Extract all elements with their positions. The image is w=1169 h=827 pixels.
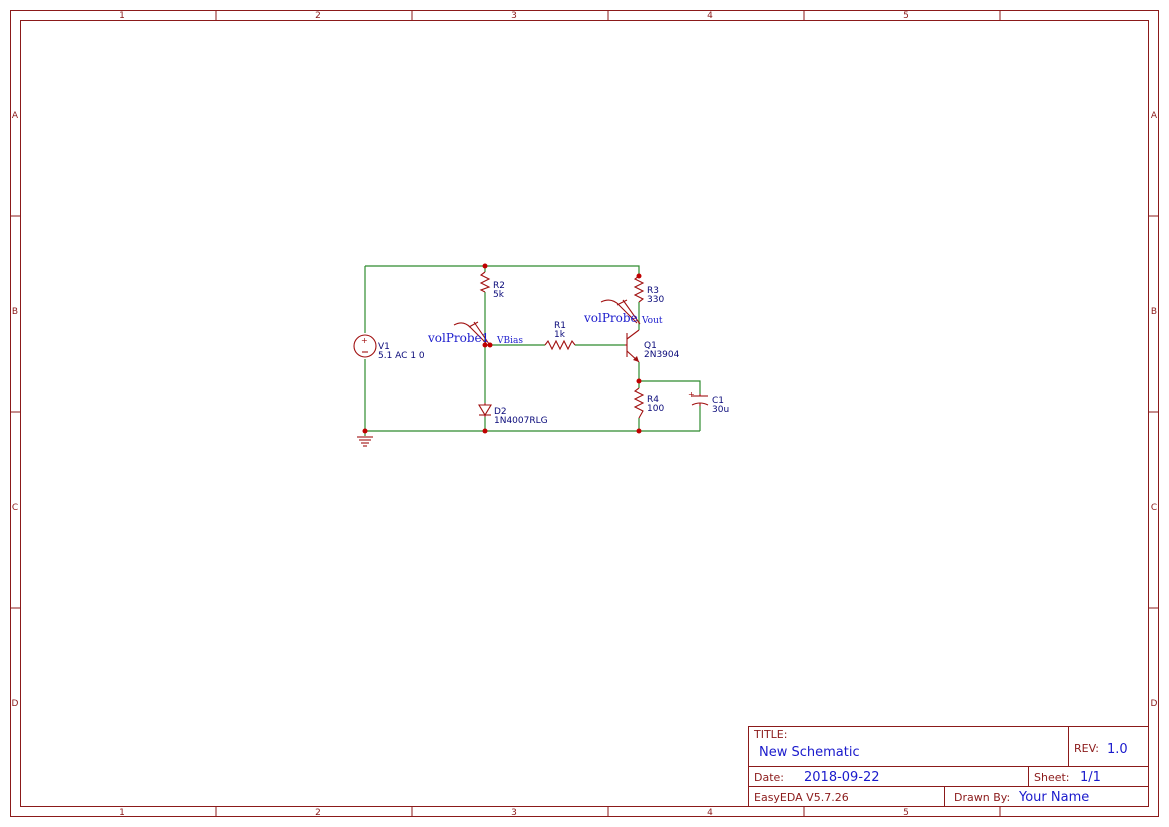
r4-zigzag — [633, 387, 645, 419]
v1-plus-sign: + — [361, 336, 368, 345]
row-label-left-b: B — [12, 307, 18, 317]
col-label-bottom-1: 1 — [119, 808, 125, 818]
r3-value: 330 — [647, 295, 664, 305]
r3-resistor[interactable]: R3 330 — [633, 275, 664, 305]
volprobe2-label: volProbe — [583, 311, 638, 325]
title-block: TITLE: New Schematic REV: 1.0 Date: 2018… — [748, 726, 1149, 807]
col-label-top-1: 1 — [119, 11, 125, 21]
junction-dot — [636, 378, 642, 384]
volprobe1-label: volProbe1 — [427, 331, 489, 345]
vbias-net-label: VBias — [496, 336, 523, 346]
title-value: New Schematic — [759, 745, 860, 760]
junction-dot — [482, 342, 488, 348]
junction-dot — [482, 263, 488, 269]
wire-top-rail[interactable] — [365, 265, 640, 276]
col-label-bottom-2: 2 — [315, 808, 321, 818]
v1-voltage-source[interactable]: + V1 5.1 AC 1 0 — [353, 334, 425, 361]
sheet-value: 1/1 — [1080, 770, 1101, 785]
d2-value: 1N4007RLG — [494, 416, 548, 426]
row-label-right-a: A — [1151, 111, 1158, 121]
date-key: Date: — [754, 771, 784, 784]
col-label-top-4: 4 — [707, 11, 713, 21]
r4-value: 100 — [647, 404, 664, 414]
row-label-right-b: B — [1151, 307, 1157, 317]
v1-value: 5.1 AC 1 0 — [378, 351, 425, 361]
software-label: EasyEDA V5.7.26 — [754, 791, 849, 804]
drawn-by-value: Your Name — [1018, 790, 1089, 805]
schematic-sheet: 1 2 3 4 5 1 2 3 4 5 A B C D A B C D + V1… — [10, 10, 1159, 818]
rev-value: 1.0 — [1107, 742, 1128, 757]
c1-capacitor[interactable]: + C1 30u — [688, 390, 729, 415]
col-label-top-2: 2 — [315, 11, 321, 21]
q1-transistor[interactable]: Q1 2N3904 — [625, 329, 680, 363]
date-value: 2018-09-22 — [804, 770, 880, 785]
col-label-bottom-5: 5 — [903, 808, 909, 818]
junction-dot — [487, 342, 493, 348]
row-label-right-d: D — [1151, 699, 1158, 709]
c1-plus-sign: + — [688, 390, 695, 399]
vout-net-label: Vout — [641, 316, 663, 326]
drawn-by-key: Drawn By: — [954, 791, 1010, 804]
sheet-key: Sheet: — [1034, 771, 1070, 784]
d2-triangle — [478, 404, 492, 417]
junction-dot — [636, 273, 642, 279]
junction-dot — [362, 428, 368, 434]
rev-key: REV: — [1074, 742, 1099, 755]
r1-value: 1k — [554, 330, 566, 340]
r1-resistor[interactable]: R1 1k — [544, 321, 576, 351]
col-label-bottom-4: 4 — [707, 808, 713, 818]
sheet-border — [10, 10, 1159, 817]
r2-zigzag — [479, 271, 491, 293]
r2-value: 5k — [493, 290, 505, 300]
q1-value: 2N3904 — [644, 350, 680, 360]
row-label-left-a: A — [12, 111, 19, 121]
row-label-left-d: D — [12, 699, 19, 709]
zone-labels: 1 2 3 4 5 1 2 3 4 5 A B C D A B C D — [12, 11, 1158, 818]
row-label-left-c: C — [12, 503, 18, 513]
title-key: TITLE: — [753, 728, 787, 741]
col-label-top-3: 3 — [511, 11, 517, 21]
r4-resistor[interactable]: R4 100 — [633, 387, 664, 419]
volprobe1[interactable]: volProbe1 VBias — [427, 321, 523, 346]
ground-symbol[interactable] — [357, 436, 373, 447]
c1-value: 30u — [712, 405, 729, 415]
q1-collector — [626, 329, 640, 340]
junction-dot — [482, 428, 488, 434]
col-label-bottom-3: 3 — [511, 808, 517, 818]
r1-zigzag — [544, 339, 576, 351]
col-label-top-5: 5 — [903, 11, 909, 21]
r3-zigzag — [633, 275, 645, 303]
d2-diode[interactable]: D2 1N4007RLG — [478, 403, 548, 426]
row-label-right-c: C — [1151, 503, 1157, 513]
junction-dot — [636, 428, 642, 434]
